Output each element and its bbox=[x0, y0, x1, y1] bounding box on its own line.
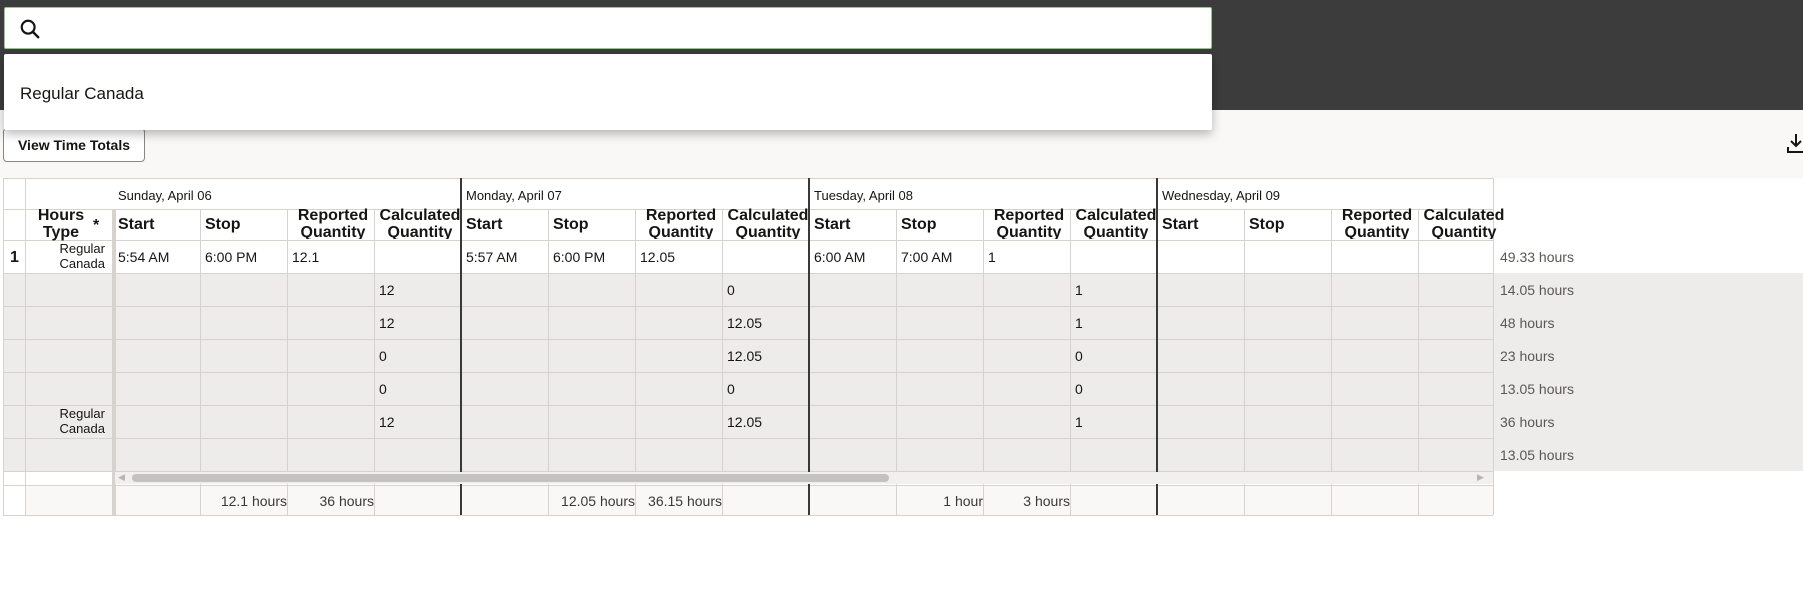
search-suggestions-dropdown: Regular Canada bbox=[4, 54, 1212, 130]
column-header-reported: Reported Quantity bbox=[993, 207, 1065, 239]
column-header-stop: Stop bbox=[1249, 216, 1285, 233]
row-total: 13.05 hours bbox=[1500, 381, 1574, 397]
column-header-reported: Reported Quantity bbox=[297, 207, 369, 239]
row-number: 1 bbox=[10, 249, 19, 266]
grid-vline bbox=[1331, 209, 1332, 515]
time-entry-calculated[interactable]: 1 bbox=[1075, 282, 1083, 298]
column-header-start: Start bbox=[814, 216, 851, 233]
time-entry-calculated[interactable]: 12.05 bbox=[727, 315, 762, 331]
time-entry-calculated[interactable]: 12.05 bbox=[727, 348, 762, 364]
grid-hline bbox=[3, 438, 1493, 439]
grid-vline bbox=[200, 209, 201, 515]
grid-hline bbox=[3, 515, 1493, 516]
time-entry-calculated[interactable]: 12 bbox=[379, 315, 395, 331]
column-header-stop: Stop bbox=[553, 216, 589, 233]
day-header: Monday, April 07 bbox=[466, 188, 562, 203]
view-time-totals-button[interactable]: View Time Totals bbox=[3, 128, 145, 162]
time-entry-reported[interactable]: 12.05 bbox=[640, 249, 675, 265]
time-entry-stop[interactable]: 6:00 PM bbox=[205, 249, 257, 265]
grid-vline bbox=[1070, 209, 1071, 515]
time-entry-calculated[interactable]: 12 bbox=[379, 414, 395, 430]
grid-hline bbox=[3, 273, 1493, 274]
day-header: Tuesday, April 08 bbox=[814, 188, 913, 203]
time-entry-calculated[interactable]: 12.05 bbox=[727, 414, 762, 430]
scroll-left-arrow[interactable]: ◀ bbox=[118, 472, 125, 483]
grid-vline bbox=[548, 209, 549, 515]
hours-type-cell[interactable]: Regular Canada bbox=[43, 241, 105, 271]
frozen-column-divider bbox=[112, 209, 116, 515]
time-entry-start[interactable]: 5:54 AM bbox=[118, 249, 169, 265]
column-header-start: Start bbox=[466, 216, 503, 233]
column-header-reported: Reported Quantity bbox=[645, 207, 717, 239]
column-header-calculated: Calculated Quantity bbox=[1075, 207, 1157, 239]
column-header-stop: Stop bbox=[205, 216, 241, 233]
grid-vline bbox=[896, 209, 897, 515]
day-reported-total: 12.05 hours bbox=[561, 493, 635, 509]
search-input[interactable] bbox=[53, 12, 1203, 44]
scrollbar-thumb[interactable] bbox=[132, 474, 889, 482]
column-header-calculated: Calculated Quantity bbox=[379, 207, 461, 239]
grid-hline bbox=[3, 339, 1493, 340]
day-calculated-total: 36 hours bbox=[319, 493, 374, 509]
time-entry-calculated[interactable]: 1 bbox=[1075, 315, 1083, 331]
search-icon bbox=[20, 19, 40, 39]
grid-hline bbox=[3, 372, 1493, 373]
time-entry-stop[interactable]: 6:00 PM bbox=[553, 249, 605, 265]
row-total: 48 hours bbox=[1500, 315, 1555, 331]
time-entry-calculated[interactable]: 12 bbox=[379, 282, 395, 298]
column-header-hours-type: Hours Type bbox=[37, 207, 85, 241]
search-box[interactable] bbox=[4, 7, 1212, 49]
time-entry-calculated[interactable]: 0 bbox=[379, 348, 387, 364]
grid-hline bbox=[3, 178, 1493, 179]
grid-hline bbox=[3, 405, 1493, 406]
time-entry-start[interactable]: 5:57 AM bbox=[466, 249, 517, 265]
day-reported-total: 1 hour bbox=[943, 493, 983, 509]
time-entry-calculated[interactable]: 0 bbox=[727, 381, 735, 397]
download-icon[interactable] bbox=[1786, 132, 1803, 154]
time-entry-grid: Sunday, April 06 Monday, April 07 Tuesday,… bbox=[3, 178, 1803, 592]
time-entry-reported[interactable]: 12.1 bbox=[292, 249, 319, 265]
column-header-stop: Stop bbox=[901, 216, 937, 233]
hours-type-cell[interactable]: Regular Canada bbox=[43, 406, 105, 436]
day-calculated-total: 3 hours bbox=[1023, 493, 1070, 509]
row-total: 14.05 hours bbox=[1500, 282, 1574, 298]
scroll-right-arrow[interactable]: ▶ bbox=[1477, 472, 1484, 483]
time-entry-calculated[interactable]: 0 bbox=[1075, 348, 1083, 364]
time-entry-calculated[interactable]: 0 bbox=[379, 381, 387, 397]
day-calculated-total: 36.15 hours bbox=[648, 493, 722, 509]
column-header-start: Start bbox=[1162, 216, 1199, 233]
time-entry-calculated[interactable]: 0 bbox=[1075, 381, 1083, 397]
grid-vline bbox=[1244, 209, 1245, 515]
grid-vline bbox=[722, 209, 723, 515]
grid-hline bbox=[3, 485, 1493, 486]
grid-vline bbox=[983, 209, 984, 515]
row-total: 13.05 hours bbox=[1500, 447, 1574, 463]
column-header-calculated: Calculated Quantity bbox=[1423, 207, 1505, 239]
grid-vline bbox=[287, 209, 288, 515]
required-asterisk: * bbox=[93, 217, 100, 234]
row-total: 49.33 hours bbox=[1500, 249, 1574, 265]
grid-vline bbox=[3, 178, 4, 515]
time-entry-calculated[interactable]: 1 bbox=[1075, 414, 1083, 430]
grid-vline bbox=[635, 209, 636, 515]
time-entry-stop[interactable]: 7:00 AM bbox=[901, 249, 952, 265]
column-header-reported: Reported Quantity bbox=[1341, 207, 1413, 239]
grid-hline bbox=[3, 306, 1493, 307]
row-total: 36 hours bbox=[1500, 414, 1555, 430]
day-header: Wednesday, April 09 bbox=[1162, 188, 1281, 203]
column-header-calculated: Calculated Quantity bbox=[727, 207, 809, 239]
day-reported-total: 12.1 hours bbox=[220, 493, 287, 509]
suggestion-option[interactable]: Regular Canada bbox=[20, 84, 144, 104]
time-entry-reported[interactable]: 1 bbox=[988, 249, 996, 265]
grid-hline bbox=[3, 240, 1493, 241]
grid-vline bbox=[1418, 209, 1419, 515]
column-header-start: Start bbox=[118, 216, 155, 233]
time-entry-start[interactable]: 6:00 AM bbox=[814, 249, 865, 265]
day-header: Sunday, April 06 bbox=[118, 188, 212, 203]
row-total: 23 hours bbox=[1500, 348, 1555, 364]
time-entry-calculated[interactable]: 0 bbox=[727, 282, 735, 298]
grid-vline bbox=[374, 209, 375, 515]
